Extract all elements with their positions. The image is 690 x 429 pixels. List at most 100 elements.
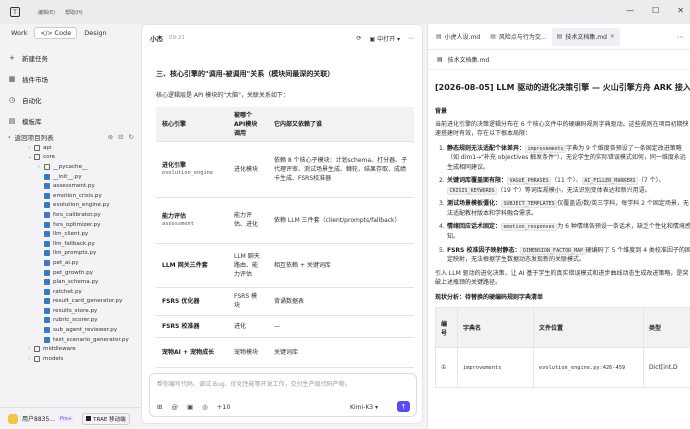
issue-code: SUBJECT_TEMPLATES (501, 200, 558, 209)
tree-folder[interactable]: ⌄ core (0, 153, 140, 163)
tab-tech-docs[interactable]: ▤ 技术文档集.md ✕ (551, 27, 620, 46)
code-icon: </> (40, 29, 53, 37)
tree-file[interactable]: sub_agent_reviewer.py (0, 325, 140, 335)
close-icon[interactable]: ✕ (677, 6, 684, 15)
plugin-icon[interactable]: ◎ (202, 403, 208, 411)
engine-name-cell: FSRS 优化器 (156, 287, 228, 316)
refresh-icon[interactable]: ↻ (129, 133, 134, 141)
mode-design[interactable]: Design (79, 27, 111, 39)
chat-panel: 小杰 09:21 ⟳ ▣ 中打开 ▾ ⋯ 三、核心引擎的"调用-被调用"关系（模… (141, 24, 423, 424)
minimize-icon[interactable]: — (626, 6, 634, 15)
python-file-icon (44, 192, 50, 199)
sidebar-item-new-task[interactable]: + 新建任务 (0, 47, 140, 68)
mode-work[interactable]: Work (6, 27, 32, 39)
more-icon[interactable]: ⋯ (408, 35, 414, 42)
engine-name: 宠物AI + 宠物成长 (162, 348, 215, 356)
tab-persona[interactable]: ▤ 小虎人设.md (431, 28, 485, 46)
tree-file[interactable]: plan_schema.py (0, 277, 140, 287)
issue-title: 静态规则无法适配个体差异： (447, 144, 526, 152)
model-selector[interactable]: Kimi-K3 ▾ (350, 404, 378, 411)
col-caller: 被哪个 API模块 调用 (228, 107, 268, 142)
tab-risk[interactable]: ▤ 风险点与行为交... (485, 28, 551, 46)
menu-help[interactable]: 帮助(H) (65, 9, 83, 16)
tree-label: middleware (43, 346, 76, 353)
tree-folder[interactable]: › models (0, 354, 140, 364)
file-icon: ▤ (490, 33, 496, 40)
background-text: 当前进化引擎的决策逻辑分布在 6 个核心文件中的硬编码规则字典驱动。这些规则在项… (435, 121, 689, 138)
issue-note: （11 个）、 (551, 176, 582, 184)
issue-code: improvements (525, 144, 567, 153)
tree-file[interactable]: __init__.py (0, 172, 140, 182)
tree-file[interactable]: emotion_crisis.py (0, 191, 140, 201)
close-tab-icon[interactable]: ✕ (610, 33, 615, 40)
tree-file[interactable]: ratchet.py (0, 287, 140, 297)
composer[interactable]: 帮你编写代码、调试 Bug、优化性能等开发工作，交付生产级代码产物。 ⊞ @ ▣… (149, 373, 417, 417)
sidebar-item-plugins[interactable]: ▦ 插件市场 (0, 68, 140, 89)
tree-label: assessment.py (53, 183, 95, 190)
tree-label: pet_growth.py (53, 269, 94, 276)
grid-icon: ▦ (8, 74, 16, 83)
plus-icon: + (9, 53, 15, 62)
engine-deps: 依赖 LLM 三件套（client/prompts/fallback） (268, 197, 414, 244)
issue-number: 3. (439, 200, 445, 208)
collapse-icon[interactable]: ⊟ (118, 133, 123, 141)
issue-code: VAGUE_PHRASES (507, 176, 552, 185)
tree-file[interactable]: evolution_engine.py (0, 201, 140, 211)
tree-file[interactable]: pet_ai.py (0, 258, 140, 268)
issue-body: FSRS 校准因子映射静态： DIMENSION_FACTOR_MAP 硬编码了 5… (447, 246, 690, 265)
share-icon[interactable]: ⟳ (356, 35, 361, 42)
tree-folder[interactable]: › __pycache__ (0, 162, 140, 172)
tree-folder[interactable]: › middleware (0, 344, 140, 354)
tree-file[interactable]: llm_client.py (0, 229, 140, 239)
file-icon: ▤ (556, 33, 563, 40)
engine-deps: — (268, 315, 414, 338)
folder-icon (34, 154, 40, 161)
tree-label: pet_ai.py (53, 259, 79, 266)
sidebar-item-automation[interactable]: ◷ 自动化 (0, 89, 140, 110)
mode-code[interactable]: </> Code (34, 27, 78, 39)
clock-icon: ◷ (8, 95, 16, 104)
send-button[interactable]: ↑ (397, 401, 410, 412)
issue-title: 测试场景模板僵化： (447, 200, 502, 208)
section-title: 三、核心引擎的"调用-被调用"关系（模块间最深的关联） (156, 70, 335, 78)
tree-file[interactable]: pet_growth.py (0, 268, 140, 278)
python-file-icon (44, 221, 50, 228)
tree-file[interactable]: test_scenario_generator.py (0, 335, 140, 345)
tree-file[interactable]: llm_prompts.py (0, 249, 140, 259)
tree-file[interactable]: llm_fallback.py (0, 239, 140, 249)
user-name[interactable]: 用户8835... (22, 414, 55, 423)
image-icon[interactable]: ▣ (187, 403, 193, 411)
tree-label: fsrs_calibrator.py (53, 211, 101, 218)
new-file-icon[interactable]: ⊕ (108, 133, 113, 141)
engine-name: LLM 网关三件套 (162, 261, 208, 269)
tree-file[interactable]: result_card_generator.py (0, 297, 140, 307)
chat-input[interactable]: 帮你编写代码、调试 Bug、优化性能等开发工作，交付生产级代码产物。 (157, 379, 351, 388)
engine-code: evolution_engine (162, 169, 214, 176)
maximize-icon[interactable]: ☐ (652, 6, 659, 15)
at-icon[interactable]: @ (171, 403, 178, 411)
issue-number: 4. (439, 223, 445, 231)
sidebar-item-templates[interactable]: ▤ 模板库 (0, 110, 140, 131)
engine-caller: FSRS 模块 (228, 287, 268, 316)
table-row: LLM 网关三件套 LLM 聊天路由、能力评估 相互依赖 + 关键词库 (156, 243, 414, 288)
tree-file[interactable]: assessment.py (0, 181, 140, 191)
tree-label: sub_agent_reviewer.py (53, 327, 118, 334)
trae-mobile-button[interactable]: TRAE 移动端 (82, 412, 130, 425)
tree-file[interactable]: rubric_scorer.py (0, 316, 140, 326)
issue-code: CRISIS_KEYWORDS (447, 186, 498, 195)
attach-icon[interactable]: ⊞ (157, 403, 162, 411)
tree-file[interactable]: fsrs_optimizer.py (0, 220, 140, 230)
reg-location: evolution_engine.py:426-459 (533, 347, 644, 389)
tree-file[interactable]: fsrs_calibrator.py (0, 210, 140, 220)
menu-edit[interactable]: 编辑(E) (38, 9, 55, 16)
tree-label: emotion_crisis.py (53, 192, 102, 199)
tree-file[interactable]: results_store.py (0, 306, 140, 316)
table-row: 能力评估 assessment 能力评估、进化 依赖 LLM 三件套（client/p… (156, 197, 414, 244)
tree-folder[interactable]: › api (0, 143, 140, 153)
more-icon[interactable]: ⋯ (677, 33, 684, 41)
tool-count[interactable]: +10 (217, 403, 231, 411)
back-to-projects[interactable]: ‹ 返回项目列表 ⊕ ⊟ ↻ (8, 131, 134, 143)
issue-list: 1. 静态规则无法适配个体差异： improvements 字典为 9 个维度各预设了… (439, 144, 690, 265)
open-in-button[interactable]: ▣ 中打开 ▾ (369, 34, 400, 43)
avatar[interactable] (8, 413, 18, 424)
